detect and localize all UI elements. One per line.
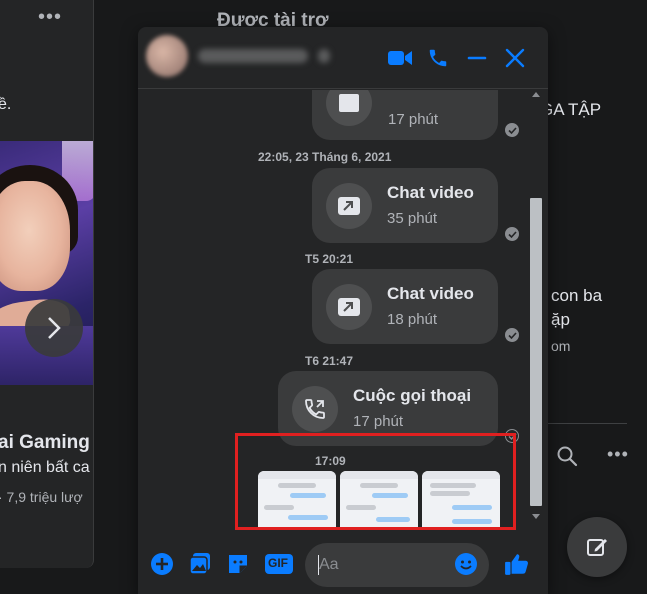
like-button[interactable] <box>504 551 530 577</box>
scroll-up-arrow[interactable] <box>532 92 540 97</box>
chevron-right-icon <box>48 317 61 339</box>
attach-photo-button[interactable] <box>187 551 213 577</box>
seen-indicator <box>505 123 519 137</box>
seen-indicator <box>505 227 519 241</box>
page-name[interactable]: ai Gaming <box>0 432 90 454</box>
video-thumbnail[interactable] <box>0 141 93 385</box>
minimize-icon <box>467 56 487 60</box>
call-message-video[interactable]: Chat video 18 phút <box>312 269 498 344</box>
contacts-more-button[interactable]: ••• <box>607 444 629 465</box>
avatar[interactable] <box>146 35 188 77</box>
post-more-button[interactable]: ••• <box>38 6 62 29</box>
video-call-missed-icon <box>338 197 360 215</box>
close-chat-button[interactable] <box>502 45 528 71</box>
highlight-box <box>235 433 516 530</box>
close-icon <box>505 48 525 68</box>
post-text-fragment: ề. <box>0 96 12 113</box>
scroll-down-arrow[interactable] <box>532 514 540 519</box>
video-call-badge <box>326 284 372 330</box>
voice-call-badge <box>292 386 338 432</box>
call-title: Chat video <box>387 183 474 202</box>
search-icon <box>557 446 578 467</box>
video-call-missed-icon <box>338 298 360 316</box>
more-actions-button[interactable] <box>149 551 175 577</box>
right-text-2: con ba <box>551 286 603 305</box>
minimize-button[interactable] <box>464 45 490 71</box>
video-call-icon <box>339 94 359 112</box>
timestamp: T5 20:21 <box>305 252 354 266</box>
video-call-badge <box>326 183 372 229</box>
call-duration: 17 phút <box>388 111 439 128</box>
phone-missed-icon <box>305 399 325 419</box>
text-caret <box>318 555 319 575</box>
contact-name-blurred-2 <box>318 49 330 63</box>
check-icon <box>507 230 517 238</box>
view-count: · 7,9 triệu lượ <box>0 489 83 505</box>
gif-button[interactable]: GIF <box>265 551 293 577</box>
phone-icon <box>429 49 447 67</box>
right-text-3: ặp <box>551 310 570 329</box>
gif-label: GIF <box>268 556 288 570</box>
scroll-thumb[interactable] <box>530 198 542 506</box>
call-title: Cuộc gọi thoại <box>353 386 472 405</box>
right-text-1: GA TẬP <box>540 100 602 119</box>
like-icon <box>505 554 528 575</box>
check-icon <box>507 331 517 339</box>
face-shape <box>0 181 70 291</box>
sticker-icon <box>229 555 247 573</box>
emoji-icon <box>455 553 477 575</box>
timestamp: T6 21:47 <box>305 354 354 368</box>
right-text-4: om <box>551 338 571 354</box>
call-title: Chat video <box>387 284 474 303</box>
screen: ••• ề. ai Gaming n niên bất ca · 7,9 tri… <box>0 0 647 594</box>
check-icon <box>507 126 517 134</box>
video-call-icon <box>388 51 412 65</box>
compose-icon <box>587 539 607 556</box>
plus-icon <box>151 553 173 575</box>
call-duration: 35 phút <box>387 210 438 227</box>
video-description: n niên bất ca <box>0 459 90 476</box>
new-message-button[interactable] <box>567 517 627 577</box>
call-message-video[interactable]: Chat video 35 phút <box>312 168 498 243</box>
chat-header <box>138 27 548 89</box>
video-call-button[interactable] <box>387 45 413 71</box>
contact-name-blurred[interactable] <box>198 49 308 63</box>
video-call-badge <box>326 90 372 126</box>
divider <box>547 423 627 424</box>
next-arrow-button[interactable] <box>25 299 83 357</box>
voice-call-button[interactable] <box>425 45 451 71</box>
seen-indicator <box>505 328 519 342</box>
contacts-search-button[interactable] <box>556 445 578 467</box>
call-duration: 17 phút <box>353 413 404 430</box>
call-message-video[interactable]: 17 phút <box>312 90 498 140</box>
photo-icon <box>189 553 210 575</box>
timestamp: 22:05, 23 Tháng 6, 2021 <box>258 150 392 164</box>
feed-post-card: ••• ề. ai Gaming n niên bất ca · 7,9 tri… <box>0 0 94 568</box>
sticker-button[interactable] <box>225 551 251 577</box>
emoji-button[interactable] <box>453 551 479 577</box>
call-duration: 18 phút <box>387 311 438 328</box>
message-scrollbar[interactable] <box>528 90 544 530</box>
composer: GIF <box>138 532 548 594</box>
